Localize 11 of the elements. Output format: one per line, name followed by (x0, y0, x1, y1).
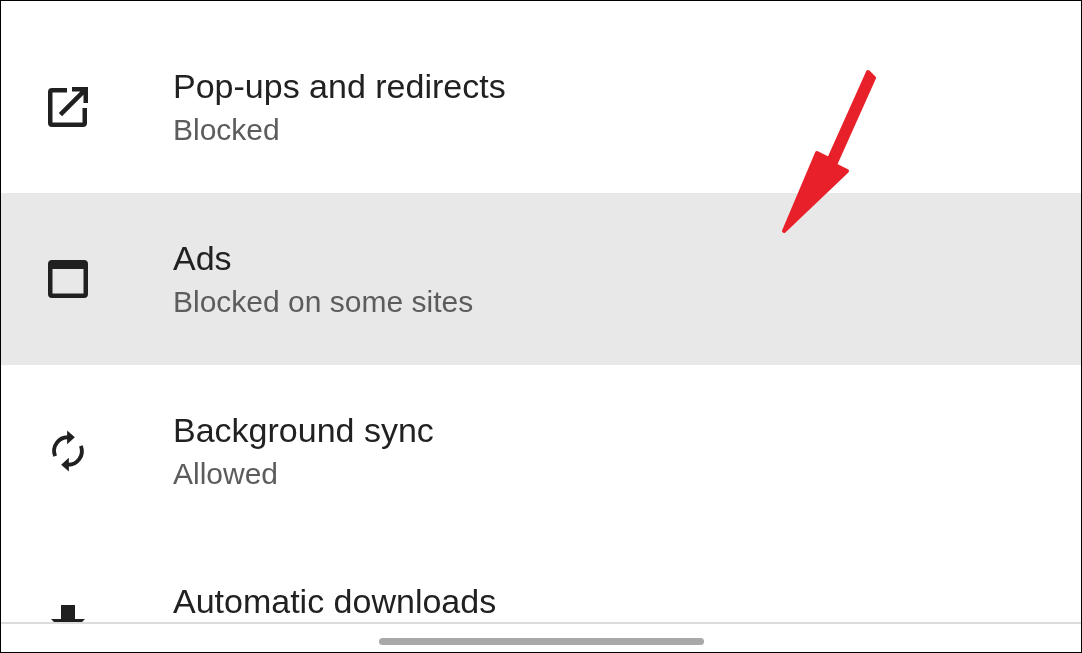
setting-title: Pop-ups and redirects (173, 66, 506, 107)
setting-title: Automatic downloads (173, 583, 497, 619)
open-in-new-icon (47, 86, 89, 128)
setting-title: Background sync (173, 410, 434, 451)
setting-status: Allowed (173, 456, 280, 492)
setting-status: Blocked (173, 112, 281, 148)
setting-status: Blocked on some sites (173, 284, 474, 320)
settings-item[interactable]: Ads Blocked on some sites (1, 193, 1081, 365)
setting-title: Ads (173, 238, 233, 279)
window-icon (47, 258, 89, 300)
gesture-handle[interactable] (378, 637, 704, 645)
